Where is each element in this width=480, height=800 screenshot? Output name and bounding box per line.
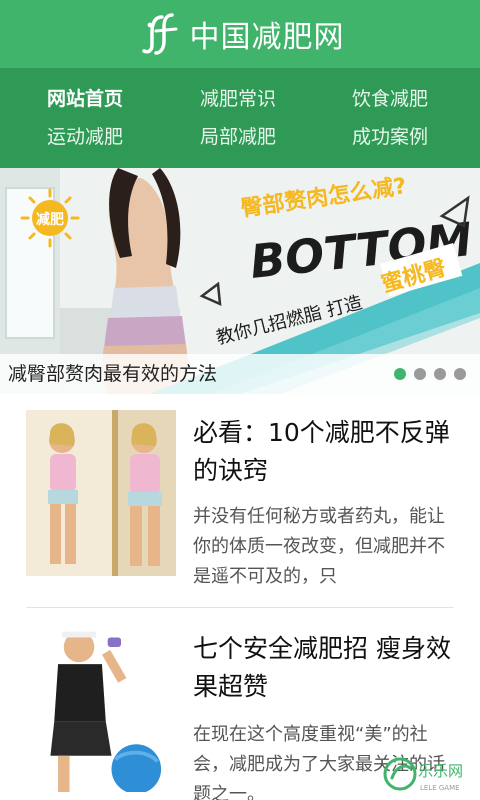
watermark-text: 乐乐网 — [418, 762, 463, 780]
app-header: 中国减肥网 — [0, 0, 480, 68]
article-title[interactable]: 七个安全减肥招 瘦身效果超赞 — [193, 630, 453, 706]
article-description: 并没有任何秘方或者药丸，能让你的体质一夜改变，但减肥并不是遥不可及的，只 — [193, 506, 445, 587]
carousel-dot-1[interactable] — [394, 368, 406, 380]
nav-item-exercise[interactable]: 运动减肥 — [5, 118, 165, 156]
carousel-dot-2[interactable] — [414, 368, 426, 380]
article-thumbnail[interactable] — [26, 410, 176, 576]
main-nav: 网站首页 减肥常识 饮食减肥 运动减肥 局部减肥 成功案例 — [0, 68, 480, 168]
site-title[interactable]: 中国减肥网 — [190, 12, 345, 56]
watermark-subtext: LELE GAME — [420, 784, 460, 792]
article-thumbnail[interactable] — [26, 626, 176, 792]
nav-item-diet[interactable]: 饮食减肥 — [310, 80, 470, 118]
article-item[interactable]: 必看：10个减肥不反弹的诀窍 并没有任何秘方或者药丸，能让你的体质一夜改变，但减… — [26, 410, 454, 608]
nav-item-weight-loss-basics[interactable]: 减肥常识 — [158, 80, 318, 118]
carousel-dot-3[interactable] — [434, 368, 446, 380]
carousel-indicators — [394, 368, 466, 380]
site-logo-icon[interactable] — [136, 11, 182, 57]
nav-item-home[interactable]: 网站首页 — [5, 80, 165, 118]
banner-caption[interactable]: 减臀部赘肉最有效的方法 — [8, 354, 217, 394]
carousel-dot-4[interactable] — [454, 368, 466, 380]
nav-item-success-stories[interactable]: 成功案例 — [310, 118, 470, 156]
banner-carousel[interactable]: 减肥 臀部赘肉怎么减? BOTTOM 教你几招燃脂 打造 蜜桃臀 减臀部赘肉最有… — [0, 168, 480, 394]
banner-caption-bar: 减臀部赘肉最有效的方法 — [0, 354, 480, 394]
article-title[interactable]: 必看：10个减肥不反弹的诀窍 — [193, 414, 453, 490]
nav-item-targeted[interactable]: 局部减肥 — [158, 118, 318, 156]
watermark-logo: 乐乐网 LELE GAME — [383, 757, 463, 792]
sun-badge-label: 减肥 — [36, 211, 64, 228]
